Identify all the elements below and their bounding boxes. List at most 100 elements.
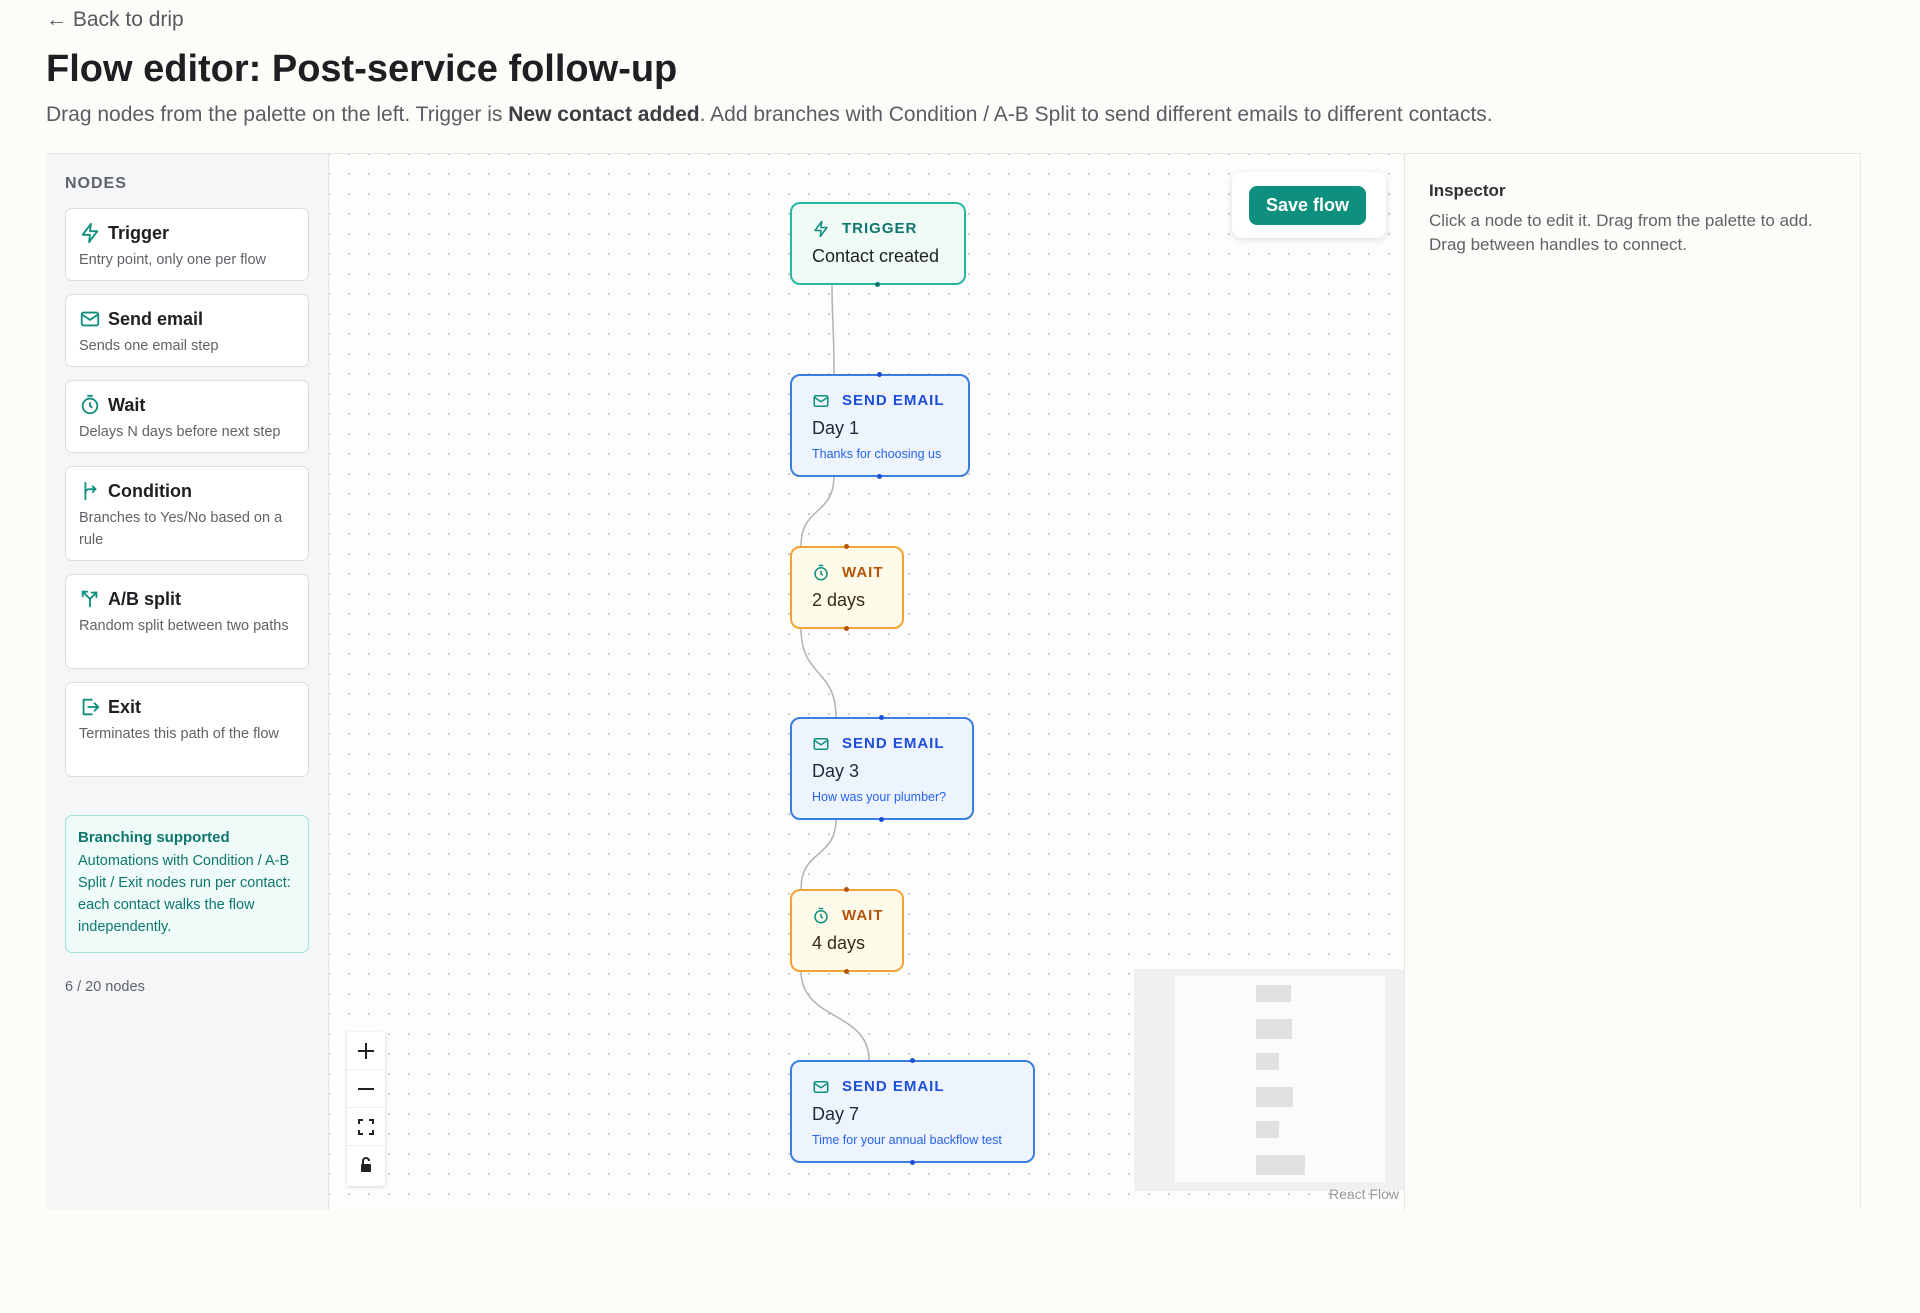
palette-item-desc: Branches to Yes/No based on a rule (79, 510, 283, 548)
bolt-icon (81, 222, 99, 244)
page-subtitle: Drag nodes from the palette on the left.… (46, 103, 1493, 127)
node-kind-label: WAIT (842, 907, 884, 924)
flow-editor: NODES Trigger Entry point, only one per … (46, 153, 1861, 1210)
subtitle-text: Drag nodes from the palette on the left.… (46, 103, 509, 126)
palette-heading: NODES (65, 175, 127, 192)
target-handle[interactable] (844, 544, 849, 549)
react-flow-attribution[interactable]: React Flow (1329, 1186, 1399, 1202)
branch-icon (84, 481, 97, 501)
inspector-title: Inspector (1429, 181, 1506, 200)
minimap-node (1256, 1087, 1293, 1107)
source-handle[interactable] (875, 282, 880, 287)
minimap-node (1256, 1053, 1279, 1070)
back-to-drip-link[interactable]: ← Back to drip (46, 8, 184, 32)
node-label: 4 days (812, 933, 866, 953)
palette-item-title: Trigger (108, 223, 170, 243)
minimap[interactable] (1134, 969, 1404, 1191)
flow-node-wait-4-days[interactable]: WAIT 4 days (790, 887, 904, 974)
trigger-name: New contact added (508, 103, 700, 126)
palette-item-title: Send email (108, 309, 204, 329)
palette-item-exit[interactable]: Exit Terminates this path of the flow (65, 682, 309, 777)
source-handle[interactable] (877, 474, 882, 479)
target-handle[interactable] (879, 715, 884, 720)
envelope-icon (813, 738, 829, 750)
page-title: Flow editor: Post-service follow-up (46, 48, 678, 90)
envelope-icon (813, 1081, 829, 1093)
edge-wait1-to-day3[interactable] (800, 627, 837, 718)
node-subject: Thanks for choosing us (812, 447, 942, 461)
source-handle[interactable] (844, 969, 849, 974)
flow-node-send-email-day7[interactable]: SEND EMAIL Day 7 Time for your annual ba… (790, 1058, 1035, 1165)
node-kind-label: SEND EMAIL (842, 392, 945, 409)
toggle-interactivity-button[interactable] (347, 1146, 385, 1184)
envelope-icon (813, 395, 829, 407)
flow-node-wait-2-days[interactable]: WAIT 2 days (790, 544, 904, 631)
flow-node-send-email-day3[interactable]: SEND EMAIL Day 3 How was your plumber? (790, 715, 974, 822)
canvas-controls (347, 1032, 385, 1186)
palette-item-title: A/B split (108, 589, 182, 609)
timer-icon (81, 394, 99, 415)
fit-view-button[interactable] (347, 1108, 385, 1146)
palette-item-send-email[interactable]: Send email Sends one email step (65, 294, 309, 367)
palette-item-condition[interactable]: Condition Branches to Yes/No based on a … (65, 466, 309, 561)
timer-icon (814, 907, 828, 924)
palette-item-desc: Entry point, only one per flow (79, 252, 266, 268)
source-handle[interactable] (844, 626, 849, 631)
fit-view-icon (358, 1119, 374, 1135)
plus-icon (358, 1043, 374, 1059)
node-kind-label: SEND EMAIL (842, 1078, 945, 1095)
palette-item-wait[interactable]: Wait Delays N days before next step (65, 380, 309, 453)
minimap-node (1256, 1155, 1305, 1175)
zoom-out-button[interactable] (347, 1070, 385, 1108)
inspector-panel: Inspector Click a node to edit it. Drag … (1404, 154, 1861, 1210)
split-icon (81, 590, 98, 608)
palette-item-title: Wait (108, 395, 146, 415)
target-handle[interactable] (877, 372, 882, 377)
minimap-viewport (1175, 976, 1385, 1182)
node-label: Contact created (812, 246, 940, 266)
palette-item-desc: Sends one email step (79, 338, 219, 354)
palette-item-ab-split[interactable]: A/B split Random split between two paths (65, 574, 309, 669)
node-kind-label: TRIGGER (842, 220, 918, 237)
palette-item-trigger[interactable]: Trigger Entry point, only one per flow (65, 208, 309, 281)
palette-item-title: Exit (108, 697, 142, 717)
minimap-node (1256, 1121, 1279, 1138)
node-label: Day 7 (812, 1104, 860, 1124)
node-subject: Time for your annual backflow test (812, 1133, 1002, 1147)
target-handle[interactable] (844, 887, 849, 892)
node-kind-label: WAIT (842, 564, 884, 581)
minimap-node (1256, 985, 1291, 1002)
palette-item-desc: Terminates this path of the flow (79, 726, 279, 742)
palette-item-desc: Random split between two paths (79, 618, 289, 634)
node-subject: How was your plumber? (812, 790, 947, 804)
minus-icon (358, 1088, 374, 1090)
branching-note-title: Branching supported (78, 829, 230, 846)
save-panel: Save flow (1232, 172, 1386, 238)
node-palette: NODES Trigger Entry point, only one per … (46, 154, 329, 1210)
palette-item-desc: Delays N days before next step (79, 424, 281, 440)
flow-canvas[interactable]: Save flow TRIGGER Contact created SEND E… (329, 154, 1404, 1210)
edge-day3-to-wait2[interactable] (800, 818, 837, 890)
target-handle[interactable] (910, 1058, 915, 1063)
inspector-help-text: Click a node to edit it. Drag from the p… (1429, 211, 1813, 254)
lock-icon (361, 1157, 371, 1172)
palette-item-title: Condition (108, 481, 192, 501)
node-kind-label: SEND EMAIL (842, 735, 945, 752)
edge-day1-to-wait1[interactable] (800, 475, 835, 547)
flow-node-send-email-day1[interactable]: SEND EMAIL Day 1 Thanks for choosing us (790, 372, 970, 479)
edge-trigger-to-day1[interactable] (831, 283, 835, 375)
node-label: Day 3 (812, 761, 860, 781)
edge-wait2-to-day7[interactable] (800, 970, 870, 1061)
flow-node-trigger[interactable]: TRIGGER Contact created (790, 202, 966, 287)
bolt-icon (814, 220, 828, 238)
exit-icon (82, 698, 100, 716)
node-label: Day 1 (812, 418, 860, 438)
source-handle[interactable] (910, 1160, 915, 1165)
envelope-icon (80, 311, 100, 327)
branching-note: Branching supported Automations with Con… (65, 815, 309, 953)
zoom-in-button[interactable] (347, 1032, 385, 1070)
save-flow-button[interactable]: Save flow (1249, 186, 1366, 225)
node-label: 2 days (812, 590, 866, 610)
node-count: 6 / 20 nodes (65, 979, 145, 995)
source-handle[interactable] (879, 817, 884, 822)
